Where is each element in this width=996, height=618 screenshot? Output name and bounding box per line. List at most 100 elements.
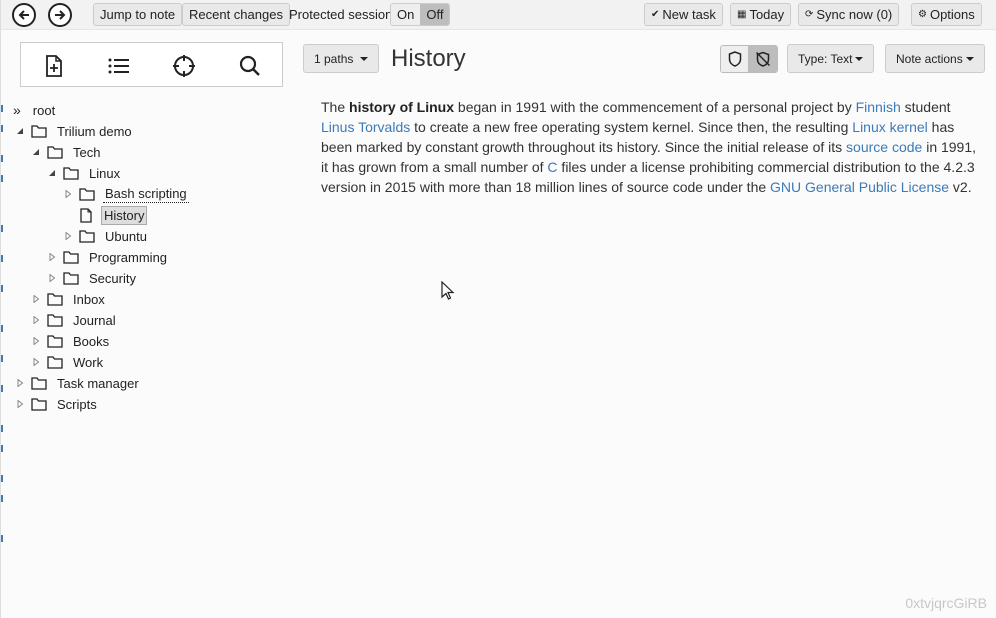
folder-icon xyxy=(47,334,63,348)
sync-icon: ⟳ xyxy=(805,9,814,20)
app-window: Jump to note Recent changes Protected se… xyxy=(0,0,996,618)
link-finnish[interactable]: Finnish xyxy=(856,99,901,115)
tree-item-trilium-demo[interactable]: Trilium demo xyxy=(15,121,134,141)
caret-down-icon xyxy=(855,56,864,61)
tree-item-programming[interactable]: Programming xyxy=(47,247,169,267)
protected-off-button[interactable]: Off xyxy=(420,4,450,25)
tree-item-label: Security xyxy=(89,270,136,286)
expanded-triangle-icon[interactable] xyxy=(47,168,57,178)
arrow-right-icon xyxy=(55,10,66,20)
today-button[interactable]: ▦ Today xyxy=(730,3,792,26)
tree-item-journal[interactable]: Journal xyxy=(31,310,118,330)
note-actions-label: Note actions xyxy=(896,51,963,66)
note-type-button[interactable]: Type: Text xyxy=(787,44,875,73)
content-text: v2. xyxy=(949,179,972,195)
tree-item-security[interactable]: Security xyxy=(47,268,138,288)
collapsed-triangle-icon[interactable] xyxy=(47,273,57,283)
note-content[interactable]: The history of Linux began in 1991 with … xyxy=(321,97,983,197)
double-chevron-icon: » xyxy=(13,102,21,118)
tree-item-label: Work xyxy=(73,354,104,370)
search-icon xyxy=(239,55,260,76)
protect-note-button[interactable] xyxy=(721,46,749,72)
protect-note-toggle xyxy=(720,45,778,73)
jump-to-note-button[interactable]: Jump to note xyxy=(93,3,183,26)
link-gnu-gpl[interactable]: GNU General Public License xyxy=(770,179,949,195)
tree-item-work[interactable]: Work xyxy=(31,352,105,372)
note-type-label: Type: Text xyxy=(798,51,853,66)
protected-on-button[interactable]: On xyxy=(391,4,421,25)
options-button[interactable]: ⚙ Options xyxy=(911,3,982,26)
tree-item-inbox[interactable]: Inbox xyxy=(31,289,107,309)
mouse-cursor-icon xyxy=(441,280,455,304)
link-linus-torvalds[interactable]: Linus Torvalds xyxy=(321,119,410,135)
tree-item-linux[interactable]: Linux xyxy=(47,163,122,183)
content-bold: history of Linux xyxy=(349,99,455,115)
tree-item-ubuntu[interactable]: Ubuntu xyxy=(63,226,149,246)
options-label: Options xyxy=(929,7,975,22)
folder-icon xyxy=(63,271,79,285)
tree-item-tech[interactable]: Tech xyxy=(31,142,102,162)
tree-item-label: Linux xyxy=(89,165,121,181)
tree-item-history[interactable]: History xyxy=(63,205,148,225)
unprotect-note-button[interactable] xyxy=(749,46,777,72)
folder-icon xyxy=(79,229,95,243)
content-text: began in 1991 with the commencement of a… xyxy=(454,99,856,115)
link-source-code[interactable]: source code xyxy=(846,139,922,155)
content-text: The xyxy=(321,99,350,115)
link-linux-kernel[interactable]: Linux kernel xyxy=(852,119,928,135)
collapsed-triangle-icon[interactable] xyxy=(31,357,41,367)
back-button[interactable] xyxy=(12,3,36,27)
search-button[interactable] xyxy=(238,54,262,78)
arrow-left-icon xyxy=(18,10,29,20)
tree-root[interactable]: » root xyxy=(13,100,57,120)
note-paths-button[interactable]: 1 paths xyxy=(303,44,380,73)
folder-icon xyxy=(63,166,79,180)
protected-session-toggle: On Off xyxy=(390,3,451,26)
content-text: student xyxy=(900,99,951,115)
link-c[interactable]: C xyxy=(547,159,557,175)
collapsed-triangle-icon[interactable] xyxy=(15,399,25,409)
folder-icon xyxy=(47,292,63,306)
tree-item-label: Task manager xyxy=(57,375,139,391)
check-icon: ✔ xyxy=(651,9,660,20)
collapse-tree-button[interactable] xyxy=(107,54,131,78)
file-icon xyxy=(79,207,93,223)
expanded-triangle-icon[interactable] xyxy=(31,147,41,157)
tree-item-label: Inbox xyxy=(73,291,105,307)
tree-item-label: root xyxy=(32,102,56,118)
collapsed-triangle-icon[interactable] xyxy=(63,231,73,241)
note-id: 0xtvjqrcGiRB xyxy=(905,595,987,611)
calendar-icon: ▦ xyxy=(737,9,747,20)
new-task-button[interactable]: ✔ New task xyxy=(644,3,723,26)
collapsed-triangle-icon[interactable] xyxy=(47,252,57,262)
create-note-button[interactable] xyxy=(42,54,66,78)
tree-item-books[interactable]: Books xyxy=(31,331,111,351)
collapsed-triangle-icon[interactable] xyxy=(15,378,25,388)
tree-item-label: Journal xyxy=(73,312,116,328)
scroll-to-active-button[interactable] xyxy=(172,54,196,78)
tree-item-label: History xyxy=(101,205,148,225)
gear-icon: ⚙ xyxy=(918,9,927,20)
sync-now-button[interactable]: ⟳ Sync now (0) xyxy=(798,3,900,26)
content-text: to create a new free operating system ke… xyxy=(410,119,853,135)
sync-now-label: Sync now (0) xyxy=(816,7,893,22)
folder-icon xyxy=(63,250,79,264)
folder-icon xyxy=(79,187,95,201)
forward-button[interactable] xyxy=(48,3,72,27)
expanded-triangle-icon[interactable] xyxy=(15,126,25,136)
tree-item-bash-scripting[interactable]: Bash scripting xyxy=(63,184,189,204)
note-actions-button[interactable]: Note actions xyxy=(885,44,985,73)
recent-changes-button[interactable]: Recent changes xyxy=(182,3,290,26)
crosshair-icon xyxy=(173,55,195,77)
today-label: Today xyxy=(749,7,785,22)
note-title[interactable]: History xyxy=(391,44,466,74)
collapsed-triangle-icon[interactable] xyxy=(31,294,41,304)
new-file-icon xyxy=(46,55,62,77)
tree-item-label: Trilium demo xyxy=(57,123,132,139)
collapsed-triangle-icon[interactable] xyxy=(63,189,73,199)
folder-icon xyxy=(47,145,63,159)
collapsed-triangle-icon[interactable] xyxy=(31,336,41,346)
collapsed-triangle-icon[interactable] xyxy=(31,315,41,325)
tree-item-task-manager[interactable]: Task manager xyxy=(15,373,141,393)
tree-item-scripts[interactable]: Scripts xyxy=(15,394,99,414)
